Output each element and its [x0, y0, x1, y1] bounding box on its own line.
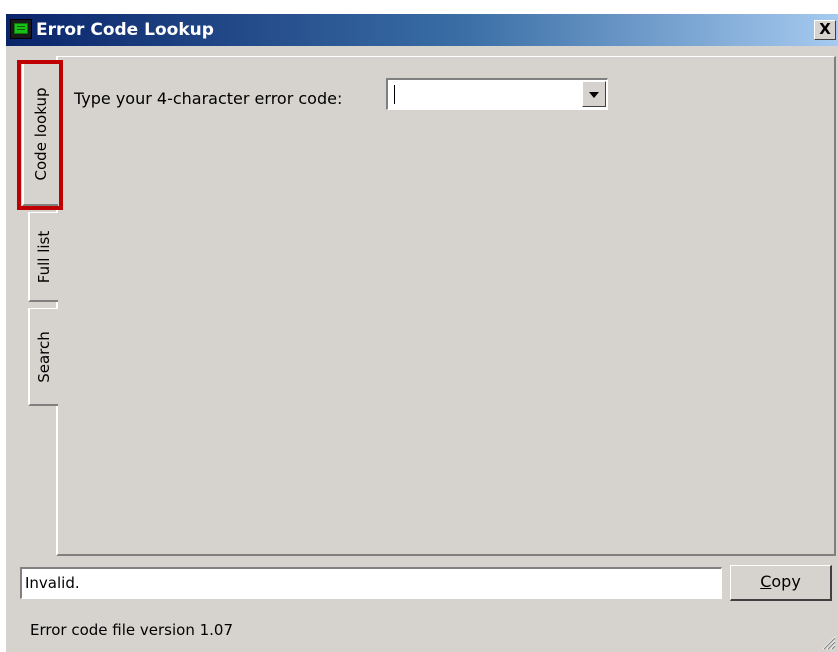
tab-full-list[interactable]: Full list: [28, 212, 58, 302]
tab-code-lookup[interactable]: Code lookup: [22, 62, 58, 206]
resize-grip-icon[interactable]: [820, 634, 836, 650]
error-code-prompt: Type your 4-character error code:: [74, 89, 343, 108]
close-button[interactable]: X: [814, 20, 836, 40]
tab-panel-code-lookup: [56, 56, 836, 556]
title-bar[interactable]: Error Code Lookup X: [6, 14, 838, 46]
error-code-input[interactable]: [392, 83, 572, 107]
error-code-combobox[interactable]: [386, 78, 608, 110]
tab-label: Code lookup: [32, 87, 50, 180]
tab-search[interactable]: Search: [28, 308, 58, 406]
status-text: Error code file version 1.07: [30, 621, 233, 639]
window-title: Error Code Lookup: [36, 20, 214, 40]
dropdown-button[interactable]: [582, 81, 606, 107]
copy-button[interactable]: Copy: [730, 565, 832, 601]
chevron-down-icon: [589, 92, 599, 98]
error-code-lookup-window: Error Code Lookup X Code lookup Full lis…: [6, 14, 838, 652]
copy-label-rest: opy: [771, 572, 801, 591]
result-field[interactable]: Invalid.: [20, 567, 722, 599]
text-caret: [394, 85, 395, 104]
terminal-app-icon[interactable]: [10, 19, 32, 39]
tab-label: Full list: [35, 230, 53, 283]
copy-accelerator: C: [760, 572, 772, 591]
tab-label: Search: [35, 330, 53, 383]
